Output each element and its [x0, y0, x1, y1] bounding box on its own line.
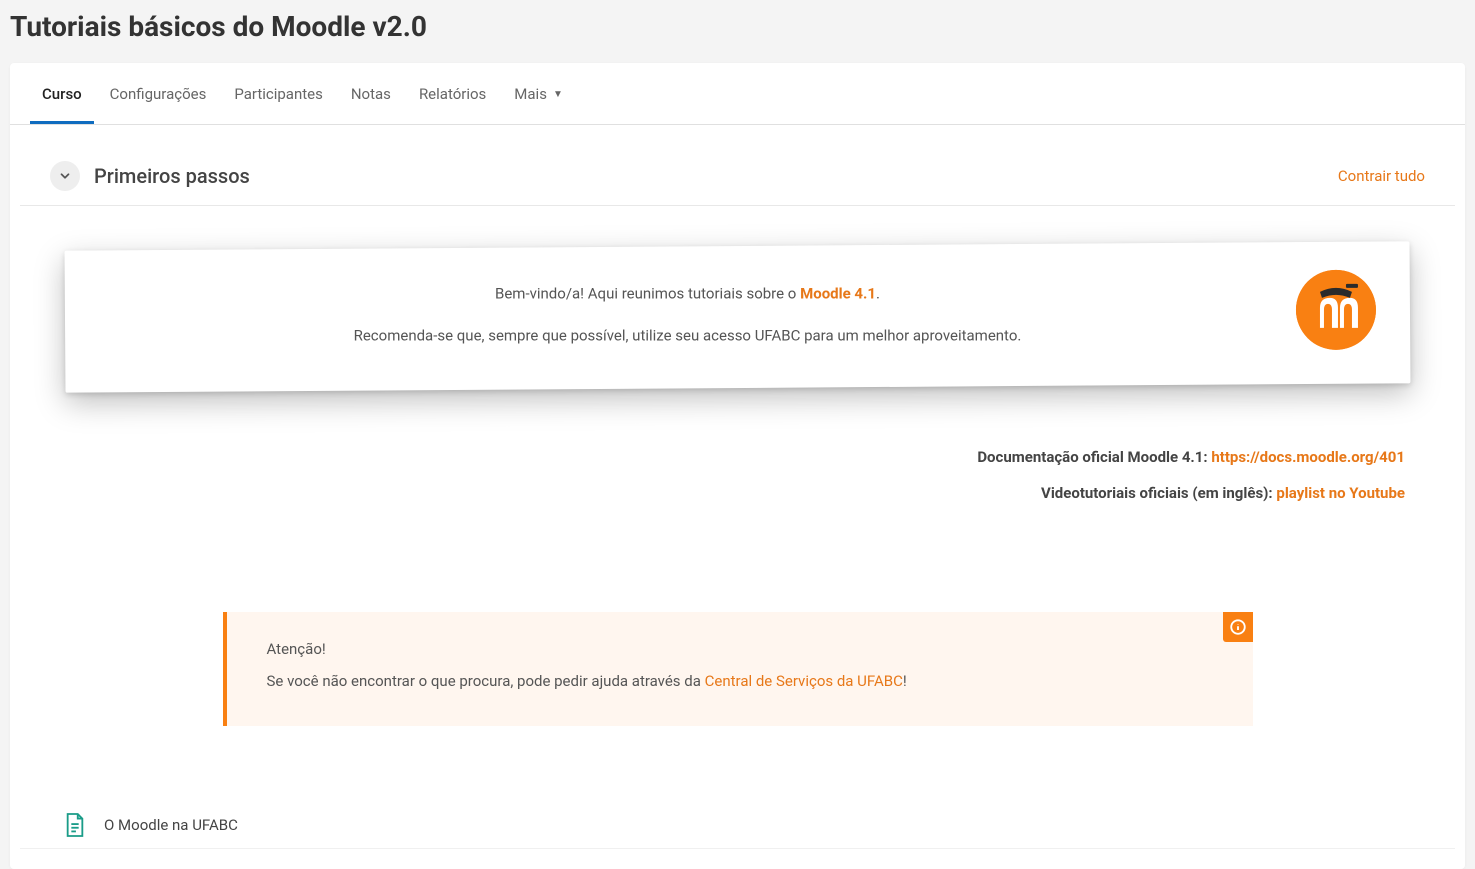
main-card: Curso Configurações Participantes Notas …: [10, 63, 1465, 869]
alert-body-link[interactable]: Central de Serviços da UFABC: [705, 672, 903, 690]
section-header: Primeiros passos Contrair tudo: [20, 143, 1455, 206]
tab-label: Relatórios: [419, 85, 486, 103]
tab-label: Curso: [42, 85, 82, 103]
page-title: Tutoriais básicos do Moodle v2.0: [10, 10, 1465, 43]
welcome-prefix: Bem-vindo/a! Aqui reunimos tutoriais sob…: [495, 284, 800, 302]
welcome-box: Bem-vindo/a! Aqui reunimos tutoriais sob…: [65, 241, 1411, 392]
alert-body: Se você não encontrar o que procura, pod…: [267, 672, 1213, 690]
chevron-down-icon: ▼: [553, 89, 563, 100]
tab-label: Mais: [514, 85, 547, 103]
doc-link-2[interactable]: playlist no Youtube: [1276, 484, 1405, 502]
tab-label: Participantes: [234, 85, 323, 103]
welcome-suffix: .: [876, 284, 880, 302]
alert-box: Atenção! Se você não encontrar o que pro…: [223, 612, 1253, 726]
alert-title: Atenção!: [267, 640, 1213, 658]
tab-label: Configurações: [110, 85, 207, 103]
resource-item[interactable]: O Moodle na UFABC: [20, 796, 1455, 849]
doc-link-1[interactable]: https://docs.moodle.org/401: [1211, 448, 1405, 466]
tab-curso[interactable]: Curso: [30, 63, 94, 124]
info-icon: [1223, 612, 1253, 642]
doc-line-1: Documentação oficial Moodle 4.1: https:/…: [70, 448, 1405, 466]
welcome-line1: Bem-vindo/a! Aqui reunimos tutoriais sob…: [99, 284, 1276, 302]
alert-body-suffix: !: [903, 672, 907, 690]
welcome-text: Bem-vindo/a! Aqui reunimos tutoriais sob…: [99, 284, 1276, 344]
page-header: Tutoriais básicos do Moodle v2.0: [0, 0, 1475, 63]
chevron-down-icon: [58, 169, 72, 183]
collapse-all-link[interactable]: Contrair tudo: [1338, 167, 1425, 185]
welcome-line2: Recomenda-se que, sempre que possível, u…: [99, 326, 1276, 344]
moodle-logo-icon: [1296, 270, 1376, 350]
tab-configuracoes[interactable]: Configurações: [98, 63, 219, 124]
welcome-highlight: Moodle 4.1: [800, 284, 876, 302]
tab-participantes[interactable]: Participantes: [222, 63, 335, 124]
doc-label-2: Videotutoriais oficiais (em inglês):: [1041, 484, 1276, 502]
doc-label-1: Documentação oficial Moodle 4.1:: [977, 448, 1211, 466]
section-header-left: Primeiros passos: [50, 161, 250, 191]
section-collapse-button[interactable]: [50, 161, 80, 191]
section-title: Primeiros passos: [94, 164, 250, 188]
doc-line-2: Videotutoriais oficiais (em inglês): pla…: [70, 484, 1405, 502]
alert-body-prefix: Se você não encontrar o que procura, pod…: [267, 672, 705, 690]
course-tabs: Curso Configurações Participantes Notas …: [10, 63, 1465, 125]
tab-relatorios[interactable]: Relatórios: [407, 63, 498, 124]
doc-links: Documentação oficial Moodle 4.1: https:/…: [10, 448, 1465, 502]
tab-label: Notas: [351, 85, 391, 103]
tab-mais[interactable]: Mais ▼: [502, 63, 575, 124]
resource-label: O Moodle na UFABC: [104, 816, 238, 834]
tab-notas[interactable]: Notas: [339, 63, 403, 124]
